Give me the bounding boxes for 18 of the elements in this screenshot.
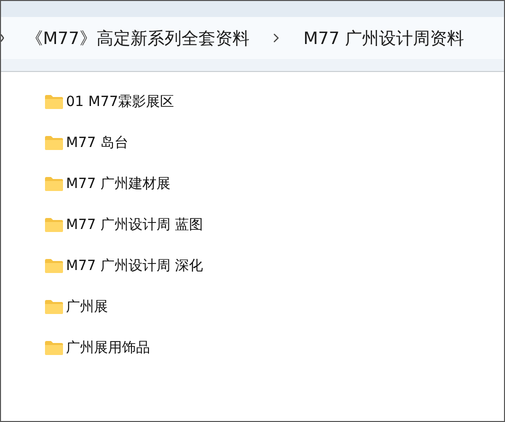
folder-name[interactable]: 01 M77霖影展区 — [66, 93, 174, 111]
folder-icon — [45, 177, 63, 191]
folder-icon — [45, 300, 63, 314]
chevron-icon[interactable] — [273, 33, 280, 43]
folder-icon — [45, 341, 63, 355]
folder-name[interactable]: M77 广州建材展 — [66, 175, 170, 193]
folder-icon — [45, 95, 63, 109]
chevron-icon[interactable] — [1, 34, 4, 42]
folder-icon — [45, 218, 63, 232]
breadcrumb-item[interactable]: 《M77》高定新系列全套资料 — [26, 26, 250, 50]
folder-name[interactable]: M77 岛台 — [66, 134, 128, 152]
folder-icon — [45, 259, 63, 273]
folder-name[interactable]: M77 广州设计周 蓝图 — [66, 216, 203, 234]
folder-name[interactable]: M77 广州设计周 深化 — [66, 257, 203, 275]
folder-name[interactable]: 广州展用饰品 — [66, 339, 150, 357]
breadcrumb-item[interactable]: M77 广州设计周资料 — [303, 26, 464, 50]
folder-name[interactable]: 广州展 — [66, 298, 108, 316]
folder-icon — [45, 136, 63, 150]
